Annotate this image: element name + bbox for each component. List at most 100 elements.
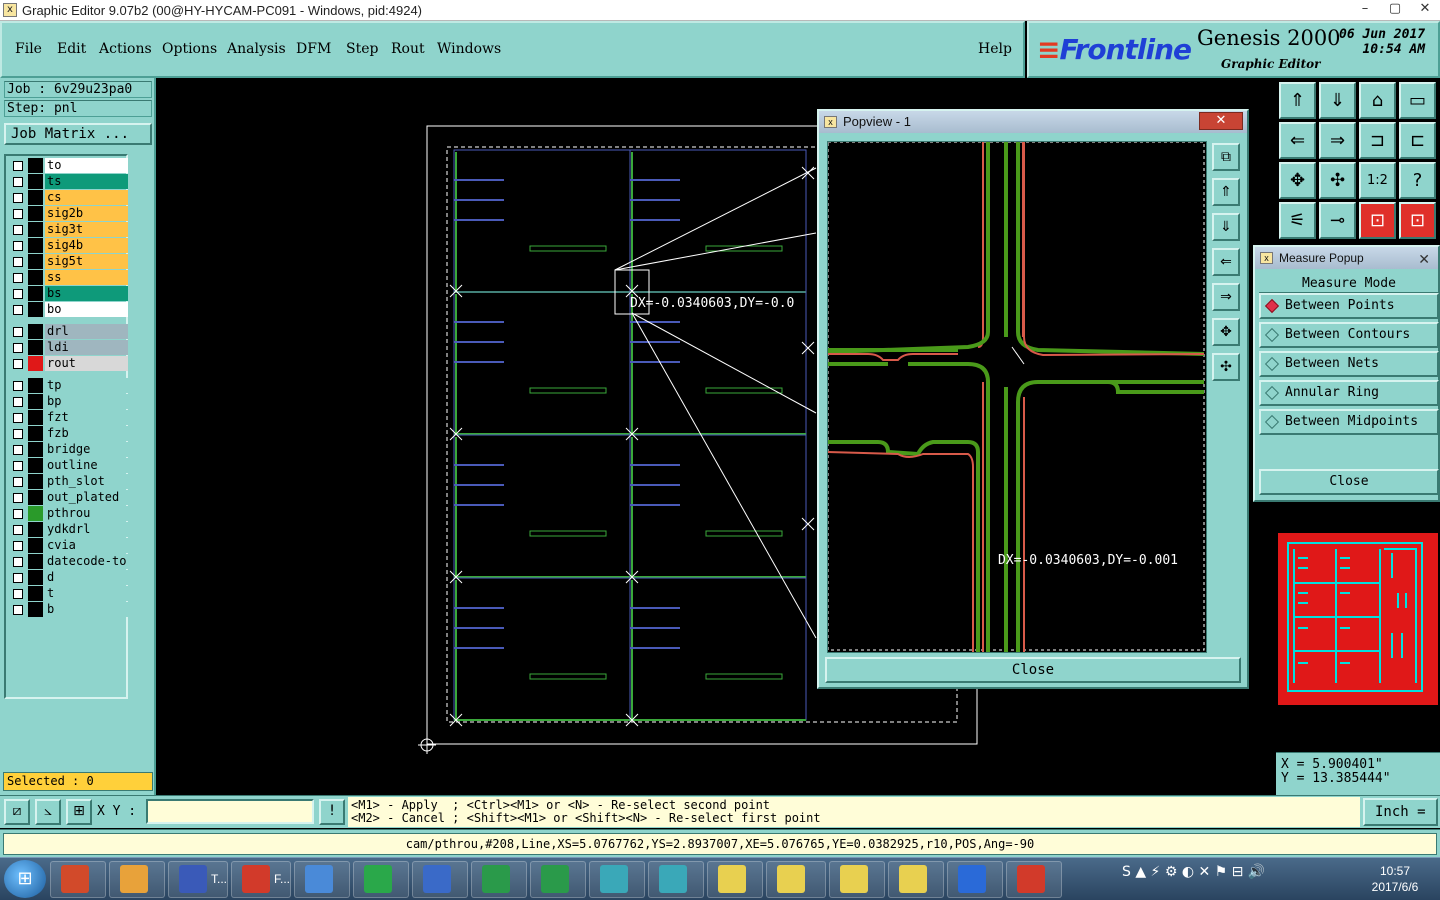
layer-row-fzt[interactable]: fzt xyxy=(10,410,128,425)
pan-right-icon[interactable]: ⇒ xyxy=(1319,122,1356,159)
taskbar-app-1[interactable] xyxy=(109,861,165,898)
grid-icon[interactable]: ⊞ xyxy=(66,799,92,825)
pan-up-icon[interactable]: ⇑ xyxy=(1279,82,1316,119)
layer-name[interactable]: to xyxy=(45,158,128,173)
menu-actions[interactable]: Actions xyxy=(99,41,152,57)
menu-step[interactable]: Step xyxy=(346,41,378,57)
layer-color-swatch[interactable] xyxy=(28,442,43,457)
window-icon[interactable]: ▭ xyxy=(1399,82,1436,119)
layer-checkbox[interactable] xyxy=(13,161,23,171)
layer-row-sig3t[interactable]: sig3t xyxy=(10,222,128,237)
layer-checkbox[interactable] xyxy=(13,209,23,219)
taskbar-app-2[interactable]: T... xyxy=(168,861,228,898)
layer-name[interactable]: cvia xyxy=(45,538,128,553)
taskbar-app-12[interactable]: C... xyxy=(766,861,826,898)
taskbar-app-16[interactable] xyxy=(1006,861,1062,898)
layer-checkbox[interactable] xyxy=(13,461,23,471)
layer-checkbox[interactable] xyxy=(13,273,23,283)
layer-name[interactable]: pthrou xyxy=(45,506,128,521)
measure-close-button[interactable]: Close xyxy=(1259,469,1439,495)
taskbar-app-10[interactable] xyxy=(648,861,704,898)
layer-checkbox[interactable] xyxy=(13,359,23,369)
layer-color-swatch[interactable] xyxy=(28,206,43,221)
layer-color-swatch[interactable] xyxy=(28,270,43,285)
layer-checkbox[interactable] xyxy=(13,241,23,251)
layer-color-swatch[interactable] xyxy=(28,522,43,537)
popview-tool-1-icon[interactable]: ⇑ xyxy=(1212,178,1240,206)
radio-diamond-icon[interactable] xyxy=(1264,356,1280,372)
popview-tool-5-icon[interactable]: ✥ xyxy=(1212,318,1240,346)
layer-name[interactable]: rout xyxy=(45,356,128,371)
popview-tool-6-icon[interactable]: ✣ xyxy=(1212,353,1240,381)
layer-checkbox[interactable] xyxy=(13,509,23,519)
layer-checkbox[interactable] xyxy=(13,605,23,615)
menu-windows[interactable]: Windows xyxy=(437,41,501,57)
layer-color-swatch[interactable] xyxy=(28,324,43,339)
layer-row-out_plated[interactable]: out_plated xyxy=(10,490,128,505)
popview-tool-0-icon[interactable]: ⧉ xyxy=(1212,143,1240,171)
layer-checkbox[interactable] xyxy=(13,289,23,299)
layer-color-swatch[interactable] xyxy=(28,238,43,253)
layer-name[interactable]: bo xyxy=(45,302,128,317)
layer-name[interactable]: outline xyxy=(45,458,128,473)
layer-name[interactable]: sig2b xyxy=(45,206,128,221)
layer-color-swatch[interactable] xyxy=(28,190,43,205)
pan-down-icon[interactable]: ⇓ xyxy=(1319,82,1356,119)
layer-name[interactable]: ldi xyxy=(45,340,128,355)
layer-name[interactable]: fzb xyxy=(45,426,128,441)
layer-row-bp[interactable]: bp xyxy=(10,394,128,409)
scale-icon[interactable]: 1:2 xyxy=(1359,162,1396,199)
close-window-button[interactable]: ✕ xyxy=(1410,0,1440,20)
taskbar-app-4[interactable] xyxy=(294,861,350,898)
zoom-in-icon[interactable]: ✥ xyxy=(1279,162,1316,199)
layer-color-swatch[interactable] xyxy=(28,222,43,237)
layer-row-cvia[interactable]: cvia xyxy=(10,538,128,553)
taskbar-app-3[interactable]: F... xyxy=(231,861,291,898)
layer-checkbox[interactable] xyxy=(13,327,23,337)
layer-checkbox[interactable] xyxy=(13,305,23,315)
layer-name[interactable]: datecode-to xyxy=(45,554,128,569)
measure-close-x[interactable]: ✕ xyxy=(1418,249,1430,271)
minimap[interactable] xyxy=(1278,533,1438,705)
maximize-button[interactable]: ▢ xyxy=(1380,0,1410,20)
layer-row-sig5t[interactable]: sig5t xyxy=(10,254,128,269)
layer-name[interactable]: bs xyxy=(45,286,128,301)
measure-option-1[interactable]: Between Contours xyxy=(1259,322,1439,348)
layer-row-t[interactable]: t xyxy=(10,586,128,601)
menu-analysis[interactable]: Analysis xyxy=(227,41,286,57)
layer-checkbox[interactable] xyxy=(13,525,23,535)
layer-color-swatch[interactable] xyxy=(28,158,43,173)
warning-button[interactable]: ! xyxy=(319,799,345,825)
layer-row-bs[interactable]: bs xyxy=(10,286,128,301)
layer-row-to[interactable]: to xyxy=(10,158,128,173)
layer-color-swatch[interactable] xyxy=(28,394,43,409)
layer-checkbox[interactable] xyxy=(13,413,23,423)
probe-icon[interactable]: ⊸ xyxy=(1319,202,1356,239)
zoom-fit-icon[interactable]: ⊐ xyxy=(1359,122,1396,159)
layer-row-ldi[interactable]: ldi xyxy=(10,340,128,355)
taskbar-app-8[interactable] xyxy=(530,861,586,898)
radio-diamond-icon[interactable] xyxy=(1264,385,1280,401)
pan-left-icon[interactable]: ⇐ xyxy=(1279,122,1316,159)
popview-tool-4-icon[interactable]: ⇒ xyxy=(1212,283,1240,311)
layer-color-swatch[interactable] xyxy=(28,410,43,425)
layer-row-ydkdrl[interactable]: ydkdrl xyxy=(10,522,128,537)
taskbar-app-15[interactable] xyxy=(947,861,1003,898)
layer-color-swatch[interactable] xyxy=(28,554,43,569)
taskbar-app-6[interactable] xyxy=(412,861,468,898)
menu-rout[interactable]: Rout xyxy=(391,41,425,57)
layer-checkbox[interactable] xyxy=(13,257,23,267)
snap-angle-icon[interactable]: ⦣ xyxy=(35,799,61,825)
taskbar-clock[interactable]: 10:57 2017/6/6 xyxy=(1352,863,1438,895)
popview-zoom-view[interactable]: DX=-0.0340603,DY=-0.001 xyxy=(827,141,1207,653)
layer-row-sig2b[interactable]: sig2b xyxy=(10,206,128,221)
layer-checkbox[interactable] xyxy=(13,493,23,503)
layer-color-swatch[interactable] xyxy=(28,286,43,301)
popview-tool-3-icon[interactable]: ⇐ xyxy=(1212,248,1240,276)
layer-color-swatch[interactable] xyxy=(28,340,43,355)
layer-red-icon[interactable]: ⊡ xyxy=(1359,202,1396,239)
layer-color-swatch[interactable] xyxy=(28,490,43,505)
layer-name[interactable]: ts xyxy=(45,174,128,189)
layer-checkbox[interactable] xyxy=(13,397,23,407)
taskbar-app-11[interactable] xyxy=(707,861,763,898)
